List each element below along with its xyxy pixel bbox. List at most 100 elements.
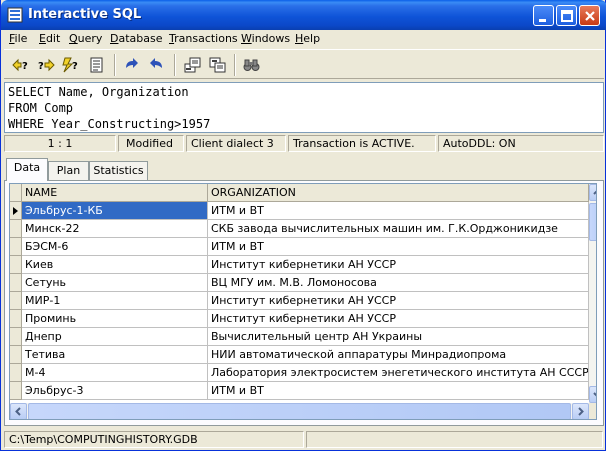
menu-edit[interactable]: Edit xyxy=(39,32,60,45)
row-indicator[interactable] xyxy=(10,238,22,256)
sql-line: SELECT Name, Organization xyxy=(8,85,189,99)
scroll-down-button[interactable] xyxy=(589,386,596,403)
previous-query-icon: ? xyxy=(12,58,28,72)
cell-organization[interactable]: СКБ завода вычислительных машин им. Г.К.… xyxy=(208,220,589,238)
horizontal-scrollbar[interactable] xyxy=(10,403,589,419)
cell-name[interactable]: Сетунь xyxy=(22,274,208,292)
row-indicator[interactable] xyxy=(10,220,22,238)
import-button[interactable] xyxy=(206,54,228,76)
autoddl-status: AutoDDL: ON xyxy=(438,135,604,152)
transaction-status: Transaction is ACTIVE. xyxy=(288,135,436,152)
row-indicator[interactable] xyxy=(10,382,22,400)
import-icon xyxy=(209,57,226,73)
row-indicator[interactable] xyxy=(10,256,22,274)
rollback-icon xyxy=(150,58,162,68)
commit-icon xyxy=(126,58,138,68)
cell-organization[interactable]: Вычислительный центр АН Украины xyxy=(208,328,589,346)
close-icon xyxy=(585,11,595,21)
result-tabs: Data Plan Statistics xyxy=(4,158,604,181)
vertical-scroll-thumb[interactable] xyxy=(589,203,596,241)
cell-organization[interactable]: Институт кибернетики АН УССР xyxy=(208,292,589,310)
cell-organization[interactable]: ВЦ МГУ им. М.В. Ломоносова xyxy=(208,274,589,292)
sql-line: FROM Comp xyxy=(8,101,74,115)
svg-text:?: ? xyxy=(22,61,28,72)
maximize-button[interactable] xyxy=(556,5,577,26)
row-indicator[interactable] xyxy=(10,346,22,364)
cell-organization[interactable]: Лаборатория электросистем энегетического… xyxy=(208,364,589,382)
row-indicator[interactable] xyxy=(10,328,22,346)
horizontal-scroll-thumb[interactable] xyxy=(28,403,571,419)
cell-organization[interactable]: ИТМ и ВТ xyxy=(208,382,589,400)
cell-name[interactable]: Минск-22 xyxy=(22,220,208,238)
row-indicator[interactable] xyxy=(10,292,22,310)
close-button[interactable] xyxy=(579,5,600,26)
scroll-left-button[interactable] xyxy=(10,403,27,419)
menu-file[interactable]: File xyxy=(9,32,27,45)
modified-status: Modified xyxy=(118,135,184,152)
cell-organization[interactable]: НИИ автоматической аппаратуры Минрадиопр… xyxy=(208,346,589,364)
current-row-arrow-icon xyxy=(13,207,18,215)
export-icon xyxy=(184,57,201,73)
minimize-button[interactable] xyxy=(533,5,554,26)
row-indicator[interactable] xyxy=(10,274,22,292)
row-indicator[interactable] xyxy=(10,202,22,220)
export-button[interactable] xyxy=(181,54,203,76)
execute-query-button[interactable]: ? xyxy=(59,54,81,76)
column-header-name[interactable]: NAME xyxy=(22,184,208,202)
svg-text:?: ? xyxy=(38,61,44,72)
rollback-button[interactable] xyxy=(146,54,168,76)
editor-status-strip: 1 : 1 Modified Client dialect 3 Transact… xyxy=(4,135,604,152)
results-grid[interactable]: NAME ORGANIZATION Эльбрус-1-КБ ИТМ и ВТ Ми… xyxy=(9,183,597,420)
cell-name[interactable]: Тетива xyxy=(22,346,208,364)
cell-organization[interactable]: ИТМ и ВТ xyxy=(208,202,589,220)
cell-organization[interactable]: Институт кибернетики АН УССР xyxy=(208,310,589,328)
app-window: Interactive SQL File Edit Query Database… xyxy=(0,0,606,451)
menu-windows[interactable]: Windows xyxy=(241,32,290,45)
chevron-up-icon xyxy=(593,190,596,195)
sql-editor[interactable]: SELECT Name, Organization FROM Comp WHER… xyxy=(4,82,604,133)
svg-text:?: ? xyxy=(72,61,78,72)
cell-name[interactable]: БЭСМ-6 xyxy=(22,238,208,256)
row-indicator[interactable] xyxy=(10,364,22,382)
next-query-button[interactable]: ? xyxy=(34,54,56,76)
minimize-icon xyxy=(539,19,546,22)
tab-data[interactable]: Data xyxy=(6,158,48,181)
title-bar[interactable]: Interactive SQL xyxy=(1,0,606,30)
chevron-down-icon xyxy=(593,392,596,397)
previous-query-button[interactable]: ? xyxy=(9,54,31,76)
client-dialect-status: Client dialect 3 xyxy=(186,135,286,152)
status-panel-empty xyxy=(306,431,603,448)
cell-name[interactable]: Киев xyxy=(22,256,208,274)
scroll-right-button[interactable] xyxy=(572,403,589,419)
chevron-left-icon xyxy=(15,407,21,416)
cell-name[interactable]: Эльбрус-1-КБ xyxy=(22,202,208,220)
menu-help[interactable]: Help xyxy=(295,32,320,45)
cell-name[interactable]: МИР-1 xyxy=(22,292,208,310)
scrollbar-corner xyxy=(589,403,596,419)
cell-name[interactable]: Днепр xyxy=(22,328,208,346)
scroll-up-button[interactable] xyxy=(589,184,596,201)
menu-transactions[interactable]: Transactions xyxy=(169,32,238,45)
query-notes-button[interactable] xyxy=(86,54,108,76)
row-indicator[interactable] xyxy=(10,310,22,328)
column-header-organization[interactable]: ORGANIZATION xyxy=(208,184,589,202)
cell-name[interactable]: М-4 xyxy=(22,364,208,382)
menu-query[interactable]: Query xyxy=(69,32,102,45)
tab-plan[interactable]: Plan xyxy=(48,161,89,180)
tab-statistics[interactable]: Statistics xyxy=(89,161,148,180)
cell-organization[interactable]: Институт кибернетики АН УССР xyxy=(208,256,589,274)
database-path: C:\Temp\COMPUTINGHISTORY.GDB xyxy=(4,431,304,448)
vertical-scrollbar[interactable] xyxy=(589,184,596,403)
menu-database[interactable]: Database xyxy=(110,32,163,45)
cell-name[interactable]: Эльбрус-3 xyxy=(22,382,208,400)
toolbar-separator xyxy=(234,54,236,76)
find-button[interactable] xyxy=(240,54,262,76)
app-database-icon[interactable] xyxy=(7,7,23,23)
status-bar: C:\Temp\COMPUTINGHISTORY.GDB xyxy=(1,430,605,450)
menu-bar: File Edit Query Database Transactions Wi… xyxy=(4,30,604,49)
execute-query-icon: ? xyxy=(62,57,78,73)
cell-name[interactable]: Проминь xyxy=(22,310,208,328)
commit-button[interactable] xyxy=(120,54,142,76)
cell-organization[interactable]: ИТМ и ВТ xyxy=(208,238,589,256)
window-title: Interactive SQL xyxy=(28,7,142,22)
